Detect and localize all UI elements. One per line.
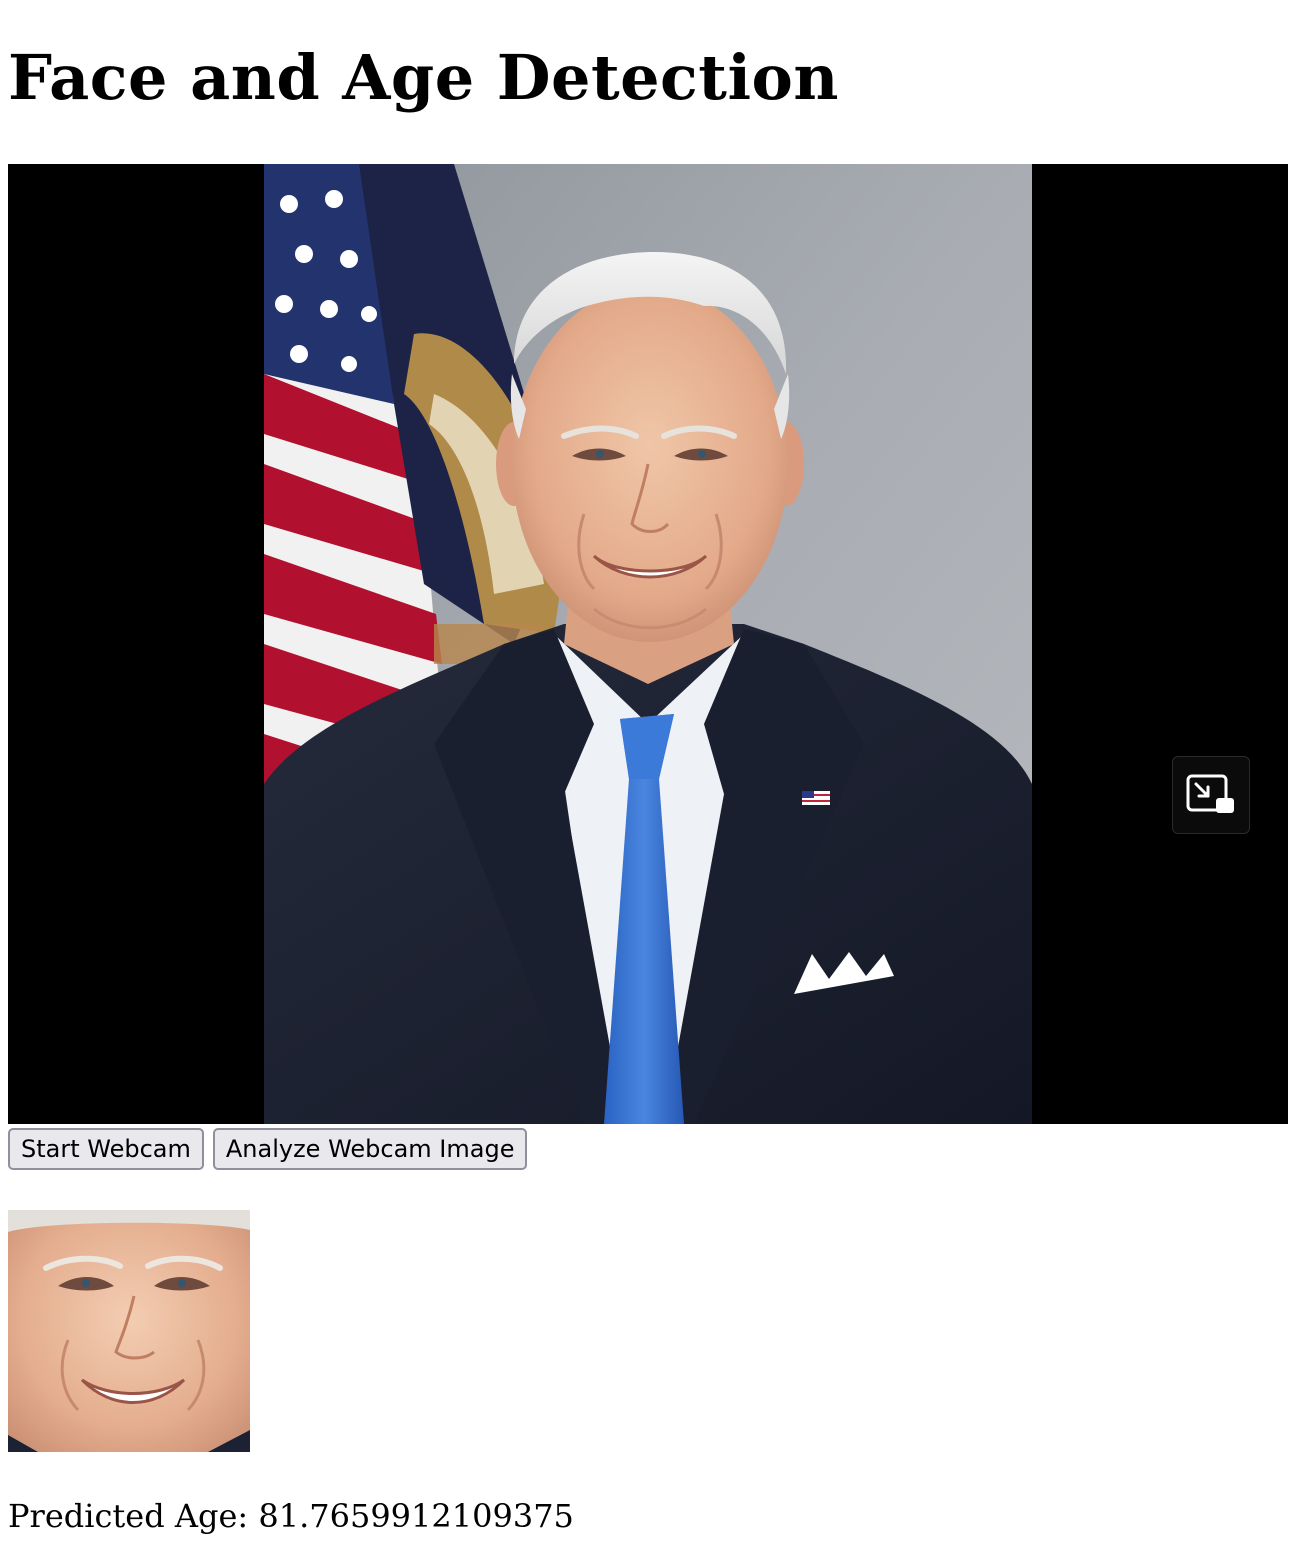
webcam-frame-image (264, 164, 1032, 1124)
picture-in-picture-icon (1186, 774, 1234, 813)
control-bar: Start Webcam Analyze Webcam Image (8, 1128, 528, 1170)
detected-face-image (8, 1210, 250, 1452)
picture-in-picture-button[interactable] (1172, 756, 1250, 834)
page-title: Face and Age Detection (8, 41, 839, 114)
start-webcam-button[interactable]: Start Webcam (8, 1128, 204, 1170)
webcam-video[interactable] (8, 164, 1288, 1124)
predicted-age-text: Predicted Age: 81.7659912109375 (8, 1497, 574, 1535)
analyze-webcam-image-button[interactable]: Analyze Webcam Image (212, 1128, 528, 1170)
